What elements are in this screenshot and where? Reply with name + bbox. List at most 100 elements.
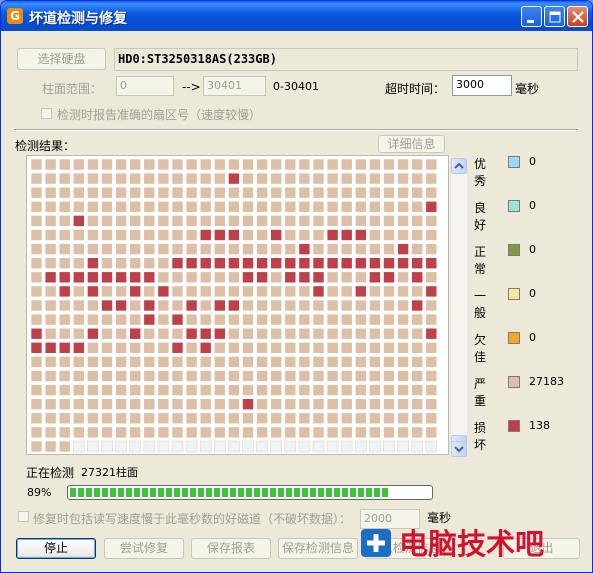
sector-cell [30,299,43,312]
progress-segment [158,488,164,497]
sector-cell [44,398,57,410]
sector-cell-bad [185,327,198,340]
sector-cell [214,172,226,185]
sector-cell [312,186,325,199]
scroll-down-button[interactable] [451,441,467,457]
sector-cell [87,172,99,185]
sector-cell [143,342,156,354]
sector-cell [44,257,57,269]
details-button[interactable]: 详细信息 [378,135,445,153]
sector-cell [72,398,85,410]
sector-cell [72,172,85,185]
save-report-button[interactable]: 保存报表 [191,538,271,559]
sector-cell [397,215,409,227]
sector-cell [340,342,353,354]
sector-cell [397,229,409,241]
sector-cell [312,342,325,354]
sector-cell-bad [214,299,226,312]
grid-scrollbar[interactable] [451,158,467,457]
progress-segment [278,488,284,497]
sector-cell [115,342,127,354]
sector-cell [129,257,141,269]
sector-cell [383,313,395,326]
stop-button[interactable]: 停止 [16,538,96,559]
sector-cell [185,384,198,396]
sector-cell [143,327,156,340]
sector-cell [157,356,170,368]
cylinder-from-input[interactable]: 0 [116,76,174,96]
select-disk-button[interactable]: 选择硬盘 [17,48,106,70]
sector-cell [115,313,127,326]
sector-cell-bad [383,271,395,284]
sector-cell [171,271,184,284]
sector-cell-bad [425,257,438,269]
legend-label: 严重 [474,377,487,408]
sector-cell [298,158,311,171]
sector-cell [242,229,254,241]
sector-cell [58,426,71,439]
sector-cell [326,200,339,213]
sector-cell [58,229,71,241]
try-repair-button[interactable]: 尝试修复 [104,538,184,559]
sector-cell [171,186,184,199]
chevron-up-icon [454,162,464,169]
close-button[interactable] [567,6,588,27]
sector-cell [58,356,71,368]
sector-cell-bad [101,271,113,284]
sector-cell-bad [30,327,43,340]
progress-segment [206,488,212,497]
repair-slow-checkbox[interactable] [18,511,29,522]
sector-cell [242,426,254,439]
sector-cell [383,186,395,199]
progress-segment [342,488,348,497]
sector-cell [369,172,381,185]
legend-count: 0 [529,287,536,300]
sector-cell [129,229,141,241]
save-results-button[interactable]: 保存检测信息 [278,538,358,559]
progress-segment [246,488,252,497]
sector-cell [72,313,85,326]
sector-cell [115,398,127,410]
sector-cell [298,356,311,368]
progress-fill [70,488,388,497]
timeout-input[interactable]: 3000 [452,75,512,96]
sector-cell [101,384,113,396]
sector-cell [44,384,57,396]
sector-cell [312,398,325,410]
sector-cell-bad [157,285,170,298]
sector-cell [354,186,367,199]
minimize-icon [527,20,534,23]
sector-cell [369,327,381,340]
sector-cell [143,398,156,410]
report-sectors-checkbox[interactable] [41,108,52,119]
sector-cell [284,342,297,354]
sector-cell [326,412,339,425]
sector-cell [143,186,156,199]
sector-cell-empty [425,440,438,453]
sector-cell [284,229,297,241]
sector-cell [256,398,268,410]
progress-segment [110,488,116,497]
sector-cell-bad [101,299,113,312]
window-title: 坏道检测与修复 [29,11,127,27]
sector-cell [58,243,71,255]
sector-cell [411,313,424,326]
sector-cell [369,285,381,298]
sector-cell [284,299,297,312]
sector-cell [411,158,424,171]
sector-cell [354,426,367,439]
sector-cell [354,215,367,227]
cylinder-to-input[interactable]: 30401 [203,76,266,96]
scroll-up-button[interactable] [451,158,467,174]
sector-cell [312,299,325,312]
sector-cell [369,229,381,241]
sector-cell [30,426,43,439]
app-icon: G [7,8,23,24]
sector-cell [157,158,170,171]
minimize-button[interactable] [521,6,542,27]
sector-cell [143,172,156,185]
sector-cell [312,412,325,425]
sector-cell [242,215,254,227]
sector-cell [185,215,198,227]
maximize-button[interactable] [544,6,565,27]
